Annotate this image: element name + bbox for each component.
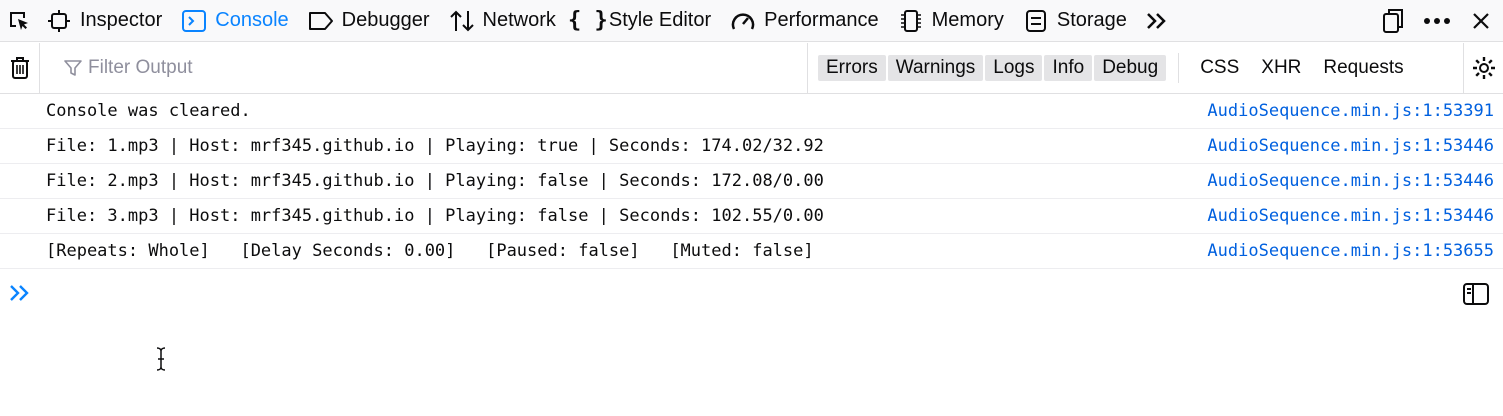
tab-label: Style Editor [608, 9, 712, 31]
tab-memory[interactable]: Memory [890, 0, 1015, 42]
gear-icon [1472, 57, 1495, 79]
filter-separator [1178, 53, 1180, 83]
message-text: [Repeats: Whole] [Delay Seconds: 0.00] [… [46, 241, 814, 261]
close-button[interactable] [1459, 0, 1503, 42]
memory-icon [898, 8, 924, 34]
prompt-chevron-icon [0, 284, 40, 302]
dock-toggle-button[interactable] [1371, 0, 1415, 42]
filter-debug-button[interactable]: Debug [1094, 55, 1167, 81]
console-message: File: 2.mp3 | Host: mrf345.github.io | P… [0, 164, 1503, 199]
console-message: File: 1.mp3 | Host: mrf345.github.io | P… [0, 129, 1503, 164]
trash-icon [10, 57, 29, 79]
devtools-toolbar: Inspector Console Debugger Network { } S… [0, 0, 1503, 42]
sidebar-icon [1463, 283, 1489, 305]
console-settings-button[interactable] [1463, 42, 1503, 94]
tab-debugger[interactable]: Debugger [300, 0, 441, 42]
console-icon [181, 8, 207, 34]
text-cursor-icon [155, 346, 167, 377]
filter-xhr-button[interactable]: XHR [1250, 57, 1312, 79]
tab-network[interactable]: Network [441, 0, 567, 42]
message-source-link[interactable]: AudioSequence.min.js:1:53446 [1207, 206, 1494, 226]
message-text: File: 2.mp3 | Host: mrf345.github.io | P… [46, 171, 824, 191]
filter-css-button[interactable]: CSS [1189, 57, 1250, 79]
debugger-icon [308, 8, 334, 34]
tab-label: Console [215, 9, 289, 31]
filter-logs-button[interactable]: Logs [985, 55, 1043, 81]
ellipsis-icon [1424, 17, 1450, 24]
tab-label: Network [482, 9, 556, 31]
chevron-double-right-icon [1147, 12, 1166, 29]
tab-style-editor[interactable]: { } Style Editor [567, 0, 722, 42]
message-source-link[interactable]: AudioSequence.min.js:1:53446 [1207, 136, 1494, 156]
storage-icon [1023, 8, 1049, 34]
console-input-line[interactable] [0, 275, 1503, 311]
message-source-link[interactable]: AudioSequence.min.js:1:53655 [1207, 241, 1494, 261]
filter-info-button[interactable]: Info [1044, 55, 1093, 81]
inspector-icon [46, 8, 72, 34]
message-text: Console was cleared. [46, 101, 251, 121]
dock-window-icon [1383, 8, 1403, 33]
tab-console[interactable]: Console [173, 0, 299, 42]
filter-warnings-button[interactable]: Warnings [887, 55, 984, 81]
filter-output-input[interactable] [88, 57, 768, 79]
close-icon [1473, 12, 1489, 29]
tab-label: Debugger [341, 9, 430, 31]
performance-icon [730, 8, 756, 34]
tab-storage[interactable]: Storage [1015, 0, 1138, 42]
message-source-link[interactable]: AudioSequence.min.js:1:53446 [1207, 171, 1494, 191]
tab-performance[interactable]: Performance [722, 0, 890, 42]
network-icon [449, 8, 475, 34]
tab-label: Memory [931, 9, 1004, 31]
element-picker-button[interactable] [0, 0, 38, 42]
more-tools-button[interactable] [1138, 0, 1174, 42]
console-message: Console was cleared. AudioSequence.min.j… [0, 94, 1503, 129]
sidebar-toggle-button[interactable] [1463, 283, 1489, 310]
log-level-filters: Errors Warnings Logs Info Debug [818, 55, 1168, 81]
menu-button[interactable] [1415, 0, 1459, 42]
style-editor-icon: { } [567, 8, 608, 33]
console-message: File: 3.mp3 | Host: mrf345.github.io | P… [0, 199, 1503, 234]
filter-icon [64, 59, 82, 77]
filter-output-field[interactable] [40, 42, 808, 94]
console-messages: Console was cleared. AudioSequence.min.j… [0, 94, 1503, 269]
message-text: File: 1.mp3 | Host: mrf345.github.io | P… [46, 136, 824, 156]
console-filter-bar: Errors Warnings Logs Info Debug CSS XHR … [0, 42, 1503, 94]
message-source-link[interactable]: AudioSequence.min.js:1:53391 [1207, 101, 1494, 121]
message-text: File: 3.mp3 | Host: mrf345.github.io | P… [46, 206, 824, 226]
tab-label: Storage [1056, 9, 1127, 31]
console-message: [Repeats: Whole] [Delay Seconds: 0.00] [… [0, 234, 1503, 269]
tab-label: Performance [764, 9, 879, 31]
filter-errors-button[interactable]: Errors [818, 55, 886, 81]
filter-requests-button[interactable]: Requests [1312, 57, 1414, 79]
tab-label: Inspector [80, 9, 163, 31]
element-picker-icon [10, 11, 28, 30]
clear-console-button[interactable] [0, 42, 40, 94]
tab-inspector[interactable]: Inspector [38, 0, 173, 42]
